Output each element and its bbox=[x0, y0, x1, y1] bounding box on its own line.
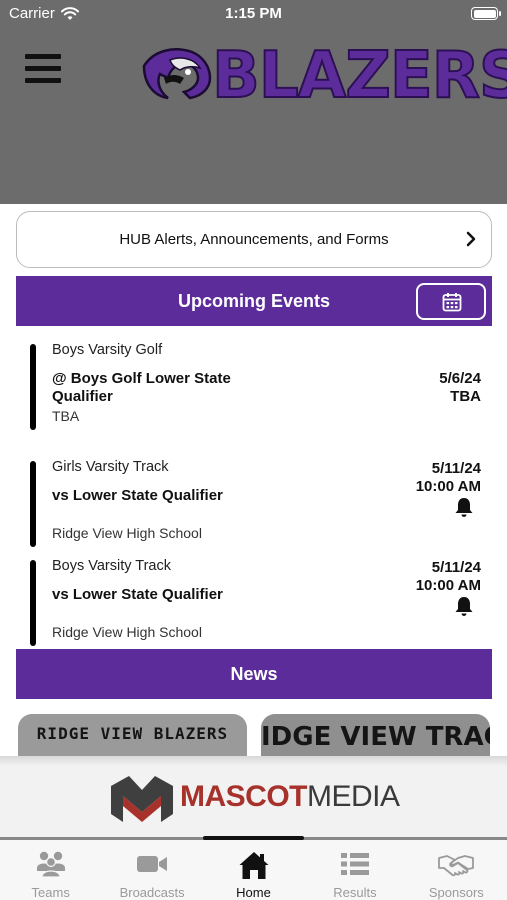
alerts-button[interactable]: HUB Alerts, Announcements, and Forms bbox=[16, 211, 492, 268]
battery-level bbox=[473, 9, 496, 18]
event-time: 10:00 AM bbox=[415, 478, 481, 495]
event-accent-bar bbox=[30, 560, 36, 646]
tab-teams[interactable]: Teams bbox=[0, 840, 101, 900]
tab-broadcasts[interactable]: Broadcasts bbox=[101, 840, 202, 900]
sponsor-banner[interactable]: MASCOTMEDIA bbox=[0, 756, 507, 840]
event-date: 5/6/24 bbox=[439, 370, 481, 387]
app-screen: Carrier 1:15 PM BLAZERS HUB Alerts, Anno… bbox=[0, 0, 507, 900]
event-date: 5/11/24 bbox=[431, 460, 481, 477]
tab-results[interactable]: Results bbox=[304, 840, 405, 900]
news-header: News bbox=[16, 649, 492, 699]
tab-label: Teams bbox=[31, 885, 70, 900]
sponsor-name-regular: MEDIA bbox=[307, 780, 400, 813]
app-header: Carrier 1:15 PM BLAZERS bbox=[0, 0, 507, 204]
event-location: Ridge View High School bbox=[52, 525, 202, 541]
status-time: 1:15 PM bbox=[225, 5, 282, 22]
calendar-button[interactable] bbox=[416, 283, 486, 320]
event-item[interactable]: Boys Varsity Track vs Lower State Qualif… bbox=[30, 558, 492, 650]
alerts-label: HUB Alerts, Announcements, and Forms bbox=[119, 231, 389, 248]
sponsor-name: MASCOTMEDIA bbox=[180, 780, 400, 814]
tab-label: Sponsors bbox=[428, 885, 484, 900]
event-title: vs Lower State Qualifier bbox=[52, 487, 223, 504]
news-card[interactable]: IDGE VIEW TRAC bbox=[261, 714, 490, 760]
bell-icon[interactable] bbox=[453, 595, 475, 617]
blazers-mascot-logo bbox=[142, 48, 212, 100]
chevron-right-icon bbox=[466, 231, 476, 247]
event-item[interactable]: Boys Varsity Golf @ Boys Golf Lower Stat… bbox=[30, 342, 492, 434]
sponsor-name-bold: MASCOT bbox=[180, 780, 308, 813]
status-bar: Carrier 1:15 PM bbox=[0, 0, 507, 28]
event-sport: Boys Varsity Track bbox=[52, 558, 171, 574]
tab-bar: Teams Broadcasts Home Results Sponsors bbox=[0, 840, 507, 900]
handshake-icon bbox=[438, 855, 475, 877]
event-time: 10:00 AM bbox=[415, 577, 481, 594]
upcoming-events-header: Upcoming Events bbox=[16, 276, 492, 326]
event-title: @ Boys Golf Lower State Qualifier bbox=[52, 370, 231, 405]
mascot-media-logo bbox=[111, 776, 173, 822]
event-time: TBA bbox=[450, 388, 481, 405]
news-card-text: IDGE VIEW TRAC bbox=[261, 722, 490, 752]
news-card-text: RIDGE VIEW BLAZERS bbox=[36, 724, 229, 743]
event-location: Ridge View High School bbox=[52, 624, 202, 640]
news-carousel[interactable]: RIDGE VIEW BLAZERS IDGE VIEW TRAC bbox=[0, 714, 507, 760]
event-date: 5/11/24 bbox=[431, 559, 481, 576]
calendar-icon bbox=[442, 293, 462, 312]
event-accent-bar bbox=[30, 344, 36, 430]
home-icon bbox=[239, 852, 269, 879]
tab-label: Home bbox=[236, 885, 271, 900]
event-sport: Boys Varsity Golf bbox=[52, 342, 163, 358]
news-card[interactable]: RIDGE VIEW BLAZERS bbox=[18, 714, 247, 760]
tab-label: Broadcasts bbox=[119, 885, 185, 900]
video-camera-icon bbox=[137, 856, 168, 872]
battery-icon bbox=[471, 7, 501, 20]
event-item[interactable]: Girls Varsity Track vs Lower State Quali… bbox=[30, 459, 492, 551]
menu-button[interactable] bbox=[25, 54, 61, 86]
tab-label: Results bbox=[333, 885, 377, 900]
event-accent-bar bbox=[30, 461, 36, 547]
event-location: TBA bbox=[52, 408, 80, 424]
event-datetime: 5/11/24 10:00 AM bbox=[416, 559, 481, 595]
event-sport: Girls Varsity Track bbox=[52, 459, 169, 475]
brand-logo: BLAZERS bbox=[140, 43, 507, 109]
event-datetime: 5/11/24 10:00 AM bbox=[416, 460, 481, 496]
news-title: News bbox=[230, 664, 278, 684]
list-icon bbox=[340, 853, 369, 875]
event-title: vs Lower State Qualifier bbox=[52, 586, 223, 603]
tab-home[interactable]: Home bbox=[203, 840, 304, 900]
event-datetime: 5/6/24 TBA bbox=[439, 370, 481, 406]
brand-wordmark: BLAZERS bbox=[211, 39, 507, 113]
tab-sponsors[interactable]: Sponsors bbox=[406, 840, 507, 900]
teams-icon bbox=[36, 851, 65, 878]
bell-icon[interactable] bbox=[453, 496, 475, 518]
